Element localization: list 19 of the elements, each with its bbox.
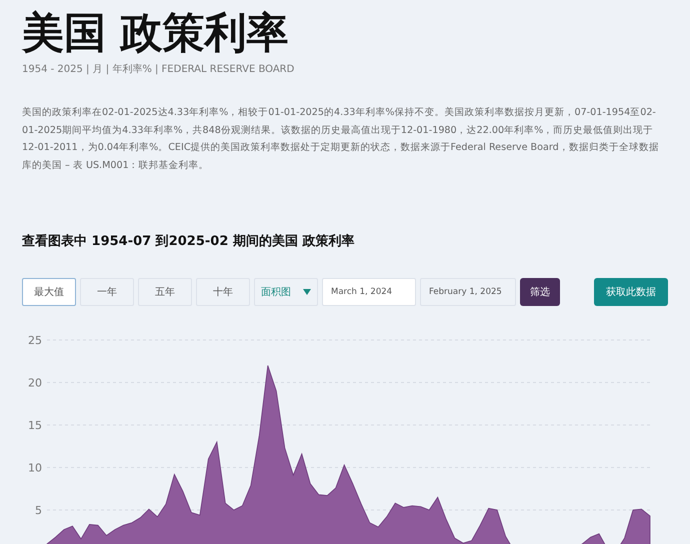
y-axis-label: 25 bbox=[28, 334, 42, 347]
end-date-field[interactable]: February 1, 2025 bbox=[420, 278, 516, 306]
page-title: 美国 政策利率 bbox=[22, 7, 290, 59]
chart-heading: 查看图表中 1954-07 到2025-02 期间的美国 政策利率 bbox=[22, 232, 356, 250]
range-button[interactable]: 五年 bbox=[138, 278, 192, 306]
filter-button[interactable]: 筛选 bbox=[520, 278, 560, 306]
y-axis-label: 15 bbox=[28, 419, 42, 432]
y-axis-label: 5 bbox=[35, 504, 42, 517]
page-subtitle: 1954 - 2025 | 月 | 年利率% | FEDERAL RESERVE BOARD bbox=[22, 62, 296, 76]
chart-type-select[interactable]: 面积图 bbox=[254, 278, 318, 306]
y-axis-label: 10 bbox=[28, 462, 42, 474]
y-axis-label: 20 bbox=[28, 376, 42, 390]
range-button[interactable]: 一年 bbox=[80, 278, 134, 306]
range-button[interactable]: 最大值 bbox=[22, 278, 76, 306]
caret-icon bbox=[303, 289, 311, 295]
range-button[interactable]: 十年 bbox=[196, 278, 250, 306]
start-date-field[interactable]: March 1, 2024 bbox=[322, 278, 416, 306]
description-text: 美国的政策利率在02-01-2025达4.33年利率%，相较于01-01-2025的4.33年利率%保持不变。美国政策利率数据按月更新，07-01-1954至02-01-2025期间平均值为4.33年利率%，共848份观测结果。该数据的历史最高值出现于12-01-1980，达22.00年利率%，而历史最低值则出现于12-01-2011，为0.04年利率%。CEIC提供的美国政策利率数据处于定期更新的状态，数据来源于Federal Reserve Board，数据归类于全球数据库的美国 – 表 US.M001：联邦基金利率。 bbox=[22, 106, 660, 172]
get-data-button[interactable]: 获取此数据 bbox=[594, 278, 668, 306]
